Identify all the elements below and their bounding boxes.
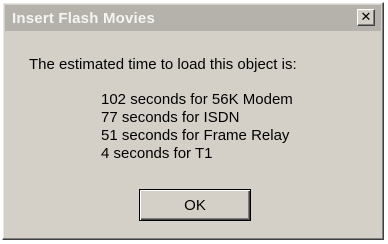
estimate-isdn: 77 seconds for ISDN	[101, 109, 240, 126]
close-icon: ✕	[360, 10, 372, 25]
window-title: Insert Flash Movies	[12, 10, 156, 27]
estimate-56k-modem: 102 seconds for 56K Modem	[101, 91, 293, 108]
ok-button[interactable]: OK	[139, 189, 251, 221]
estimate-message: The estimated time to load this object i…	[29, 56, 297, 73]
title-bar[interactable]: Insert Flash Movies ✕	[5, 5, 381, 31]
estimate-frame-relay: 51 seconds for Frame Relay	[101, 127, 290, 144]
load-time-list: 102 seconds for 56K Modem 77 seconds for…	[101, 91, 293, 163]
insert-flash-movies-dialog: Insert Flash Movies ✕ The estimated time…	[2, 2, 384, 240]
close-button[interactable]: ✕	[357, 9, 375, 26]
estimate-t1: 4 seconds for T1	[101, 145, 213, 162]
